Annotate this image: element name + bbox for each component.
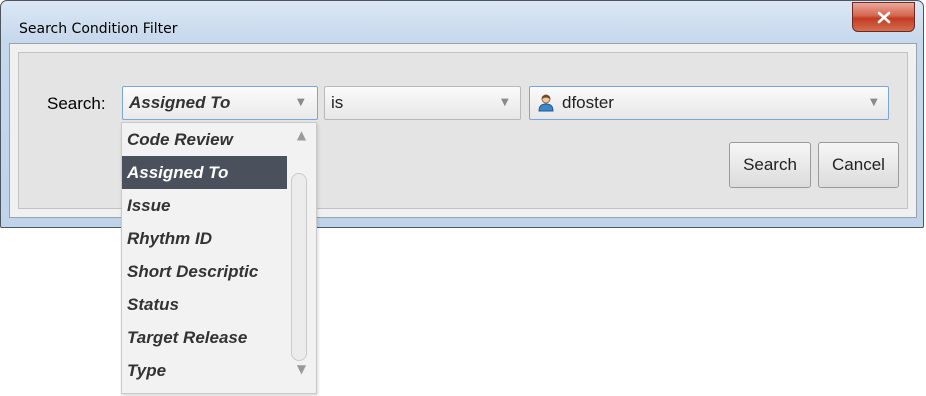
dropdown-item-code-review[interactable]: Code Review [122, 123, 287, 156]
dropdown-item-status[interactable]: Status [122, 288, 287, 321]
title-bar[interactable]: Search Condition Filter [1, 1, 923, 43]
user-icon [538, 94, 554, 112]
field-dropdown-list: Code Review Assigned To Issue Rhythm ID … [121, 122, 317, 394]
scroll-up-icon[interactable]: ▲ [287, 125, 316, 145]
cancel-button[interactable]: Cancel [818, 142, 899, 188]
search-label: Search: [47, 94, 106, 113]
chevron-down-icon: ▼ [501, 97, 509, 108]
dropdown-scrollbar[interactable]: ▲ ▼ [287, 123, 316, 393]
scroll-down-icon[interactable]: ▼ [287, 359, 316, 379]
dropdown-item-issue[interactable]: Issue [122, 189, 287, 222]
chevron-down-icon: ▼ [297, 97, 305, 108]
scrollbar-thumb[interactable] [291, 173, 307, 361]
operator-select[interactable]: is ▼ [324, 86, 521, 120]
dropdown-item-rhythm-id[interactable]: Rhythm ID [122, 222, 287, 255]
value-select[interactable]: dfoster ▼ [529, 86, 889, 120]
chevron-down-icon: ▼ [870, 97, 878, 108]
dropdown-item-assigned-to[interactable]: Assigned To [122, 156, 287, 189]
field-select-value: Assigned To [129, 93, 231, 112]
operator-select-value: is [331, 93, 344, 112]
search-button[interactable]: Search [729, 142, 811, 188]
field-select[interactable]: Assigned To ▼ [122, 86, 318, 120]
dropdown-item-short-description[interactable]: Short Descriptic [122, 255, 287, 288]
close-icon [877, 11, 890, 23]
close-button[interactable] [852, 2, 915, 32]
window-title: Search Condition Filter [19, 21, 178, 37]
dropdown-item-type[interactable]: Type [122, 354, 287, 387]
dropdown-item-target-release[interactable]: Target Release [122, 321, 287, 354]
value-select-value: dfoster [562, 93, 614, 112]
